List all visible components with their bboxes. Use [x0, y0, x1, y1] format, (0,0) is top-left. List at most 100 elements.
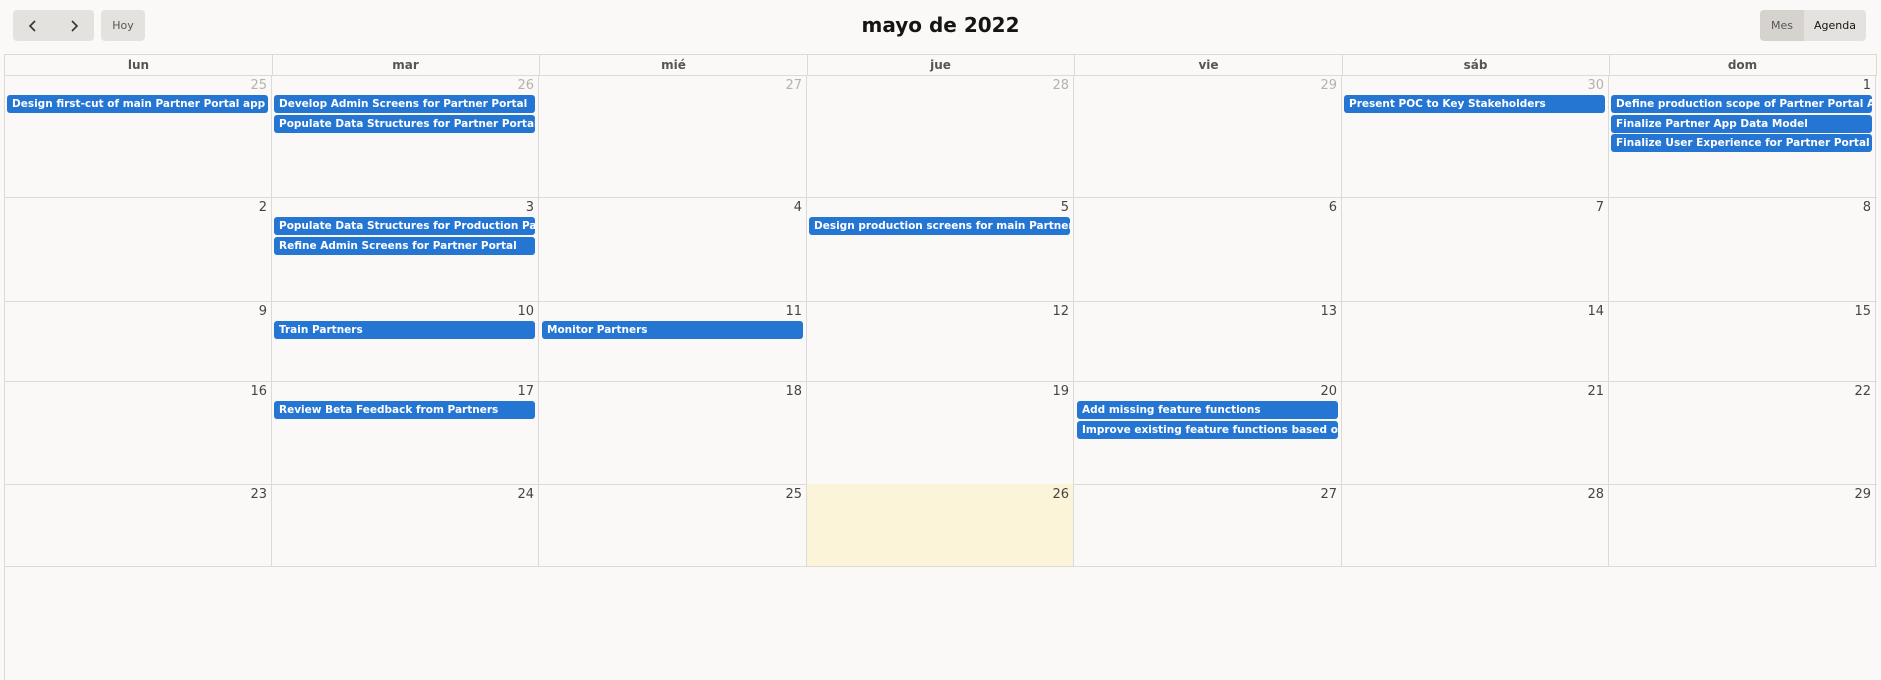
month-view-button[interactable]: Mes: [1760, 10, 1804, 41]
day-number[interactable]: 7: [1596, 200, 1604, 215]
day-number[interactable]: 8: [1863, 200, 1871, 215]
week-row: 16 17 Review Beta Feedback from Partners 18…: [5, 381, 1877, 485]
day-number[interactable]: 24: [517, 487, 534, 502]
day-number[interactable]: 21: [1587, 384, 1604, 399]
day-cell[interactable]: 1 Define production scope of Partner Port…: [1609, 75, 1876, 197]
day-cell[interactable]: 14: [1342, 301, 1609, 381]
day-number[interactable]: 26: [517, 78, 534, 93]
day-number[interactable]: 26: [1052, 487, 1069, 502]
weekday-header-3: jue: [807, 55, 1075, 75]
day-number[interactable]: 2: [259, 200, 267, 215]
day-cell-today[interactable]: 26: [807, 484, 1074, 566]
day-cell[interactable]: 28: [807, 75, 1074, 197]
day-cell[interactable]: 12: [807, 301, 1074, 381]
calendar-event[interactable]: Finalize Partner App Data Model: [1611, 114, 1872, 133]
weekday-header-1: mar: [272, 55, 540, 75]
day-number[interactable]: 12: [1052, 304, 1069, 319]
day-number[interactable]: 3: [526, 200, 534, 215]
calendar-event[interactable]: Finalize User Experience for Partner Por…: [1611, 134, 1872, 152]
day-number[interactable]: 9: [259, 304, 267, 319]
day-number[interactable]: 4: [794, 200, 802, 215]
day-cell[interactable]: 2: [5, 197, 272, 301]
day-number[interactable]: 27: [785, 78, 802, 93]
day-cell[interactable]: 21: [1342, 381, 1609, 484]
weekday-header-6: dom: [1609, 55, 1877, 75]
day-number[interactable]: 25: [785, 487, 802, 502]
day-cell[interactable]: 24: [272, 484, 539, 566]
day-number[interactable]: 16: [250, 384, 267, 399]
day-number[interactable]: 27: [1320, 487, 1337, 502]
day-cell[interactable]: 9: [5, 301, 272, 381]
day-cell[interactable]: 25: [540, 484, 807, 566]
calendar-event[interactable]: Define production scope of Partner Porta…: [1611, 95, 1872, 113]
day-cell[interactable]: 29: [1075, 75, 1342, 197]
day-number[interactable]: 15: [1854, 304, 1871, 319]
day-cell[interactable]: 16: [5, 381, 272, 484]
week-row: 2 3 Populate Data Structures for Productio…: [5, 197, 1877, 302]
day-number[interactable]: 17: [517, 384, 534, 399]
day-cell[interactable]: 22: [1609, 381, 1876, 484]
week-row: 25 Design first-cut of main Partner Porta…: [5, 75, 1877, 198]
calendar-toolbar: Hoy mayo de 2022 Mes Agenda: [0, 0, 1881, 52]
calendar-event[interactable]: Improve existing feature functions based…: [1077, 420, 1338, 439]
day-cell[interactable]: 29: [1609, 484, 1876, 566]
calendar-title: mayo de 2022: [861, 13, 1020, 37]
weekday-header: lun mar mié jue vie sáb dom: [5, 54, 1877, 76]
day-cell[interactable]: 3 Populate Data Structures for Production…: [272, 197, 539, 301]
day-number[interactable]: 6: [1329, 200, 1337, 215]
day-cell[interactable]: 5 Design production screens for main Part…: [807, 197, 1074, 301]
day-cell[interactable]: 26 Develop Admin Screens for Partner Port…: [272, 75, 539, 197]
day-cell[interactable]: 30 Present POC to Key Stakeholders: [1342, 75, 1609, 197]
calendar-event[interactable]: Design first-cut of main Partner Portal …: [7, 95, 268, 113]
day-number[interactable]: 18: [785, 384, 802, 399]
day-number[interactable]: 28: [1587, 487, 1604, 502]
day-number[interactable]: 10: [517, 304, 534, 319]
day-cell[interactable]: 6: [1075, 197, 1342, 301]
day-number[interactable]: 23: [250, 487, 267, 502]
calendar-event[interactable]: Monitor Partners: [542, 321, 803, 339]
day-number[interactable]: 30: [1587, 78, 1604, 93]
weekday-header-5: sáb: [1342, 55, 1610, 75]
day-cell[interactable]: 23: [5, 484, 272, 566]
agenda-view-button[interactable]: Agenda: [1804, 10, 1866, 41]
weekday-header-4: vie: [1075, 55, 1343, 75]
day-number[interactable]: 11: [785, 304, 802, 319]
day-cell[interactable]: 10 Train Partners: [272, 301, 539, 381]
day-number[interactable]: 29: [1854, 487, 1871, 502]
day-number[interactable]: 1: [1863, 78, 1871, 93]
day-cell[interactable]: 19: [807, 381, 1074, 484]
day-number[interactable]: 28: [1052, 78, 1069, 93]
day-cell[interactable]: 8: [1609, 197, 1876, 301]
day-cell[interactable]: 18: [540, 381, 807, 484]
day-cell[interactable]: 15: [1609, 301, 1876, 381]
view-switcher: Mes Agenda: [1760, 10, 1866, 41]
day-number[interactable]: 25: [250, 78, 267, 93]
weekday-header-2: mié: [540, 55, 808, 75]
day-cell[interactable]: 4: [540, 197, 807, 301]
calendar-event[interactable]: Populate Data Structures for Production …: [274, 217, 535, 235]
day-number[interactable]: 13: [1320, 304, 1337, 319]
calendar-event[interactable]: Add missing feature functions: [1077, 401, 1338, 419]
day-cell[interactable]: 11 Monitor Partners: [540, 301, 807, 381]
day-number[interactable]: 14: [1587, 304, 1604, 319]
calendar-event[interactable]: Train Partners: [274, 321, 535, 339]
day-cell[interactable]: 7: [1342, 197, 1609, 301]
day-cell[interactable]: 17 Review Beta Feedback from Partners: [272, 381, 539, 484]
day-number[interactable]: 20: [1320, 384, 1337, 399]
day-cell[interactable]: 20 Add missing feature functions Improve e…: [1075, 381, 1342, 484]
calendar-event[interactable]: Present POC to Key Stakeholders: [1344, 95, 1605, 113]
day-cell[interactable]: 13: [1075, 301, 1342, 381]
day-number[interactable]: 5: [1061, 200, 1069, 215]
calendar-event[interactable]: Populate Data Structures for Partner Por…: [274, 114, 535, 133]
day-cell[interactable]: 25 Design first-cut of main Partner Porta…: [5, 75, 272, 197]
calendar-event[interactable]: Design production screens for main Partn…: [809, 217, 1070, 235]
day-number[interactable]: 22: [1854, 384, 1871, 399]
calendar-event[interactable]: Review Beta Feedback from Partners: [274, 401, 535, 419]
day-cell[interactable]: 28: [1342, 484, 1609, 566]
day-cell[interactable]: 27: [540, 75, 807, 197]
calendar-event[interactable]: Refine Admin Screens for Partner Portal: [274, 236, 535, 255]
day-number[interactable]: 29: [1320, 78, 1337, 93]
day-cell[interactable]: 27: [1075, 484, 1342, 566]
calendar-event[interactable]: Develop Admin Screens for Partner Portal: [274, 95, 535, 113]
day-number[interactable]: 19: [1052, 384, 1069, 399]
